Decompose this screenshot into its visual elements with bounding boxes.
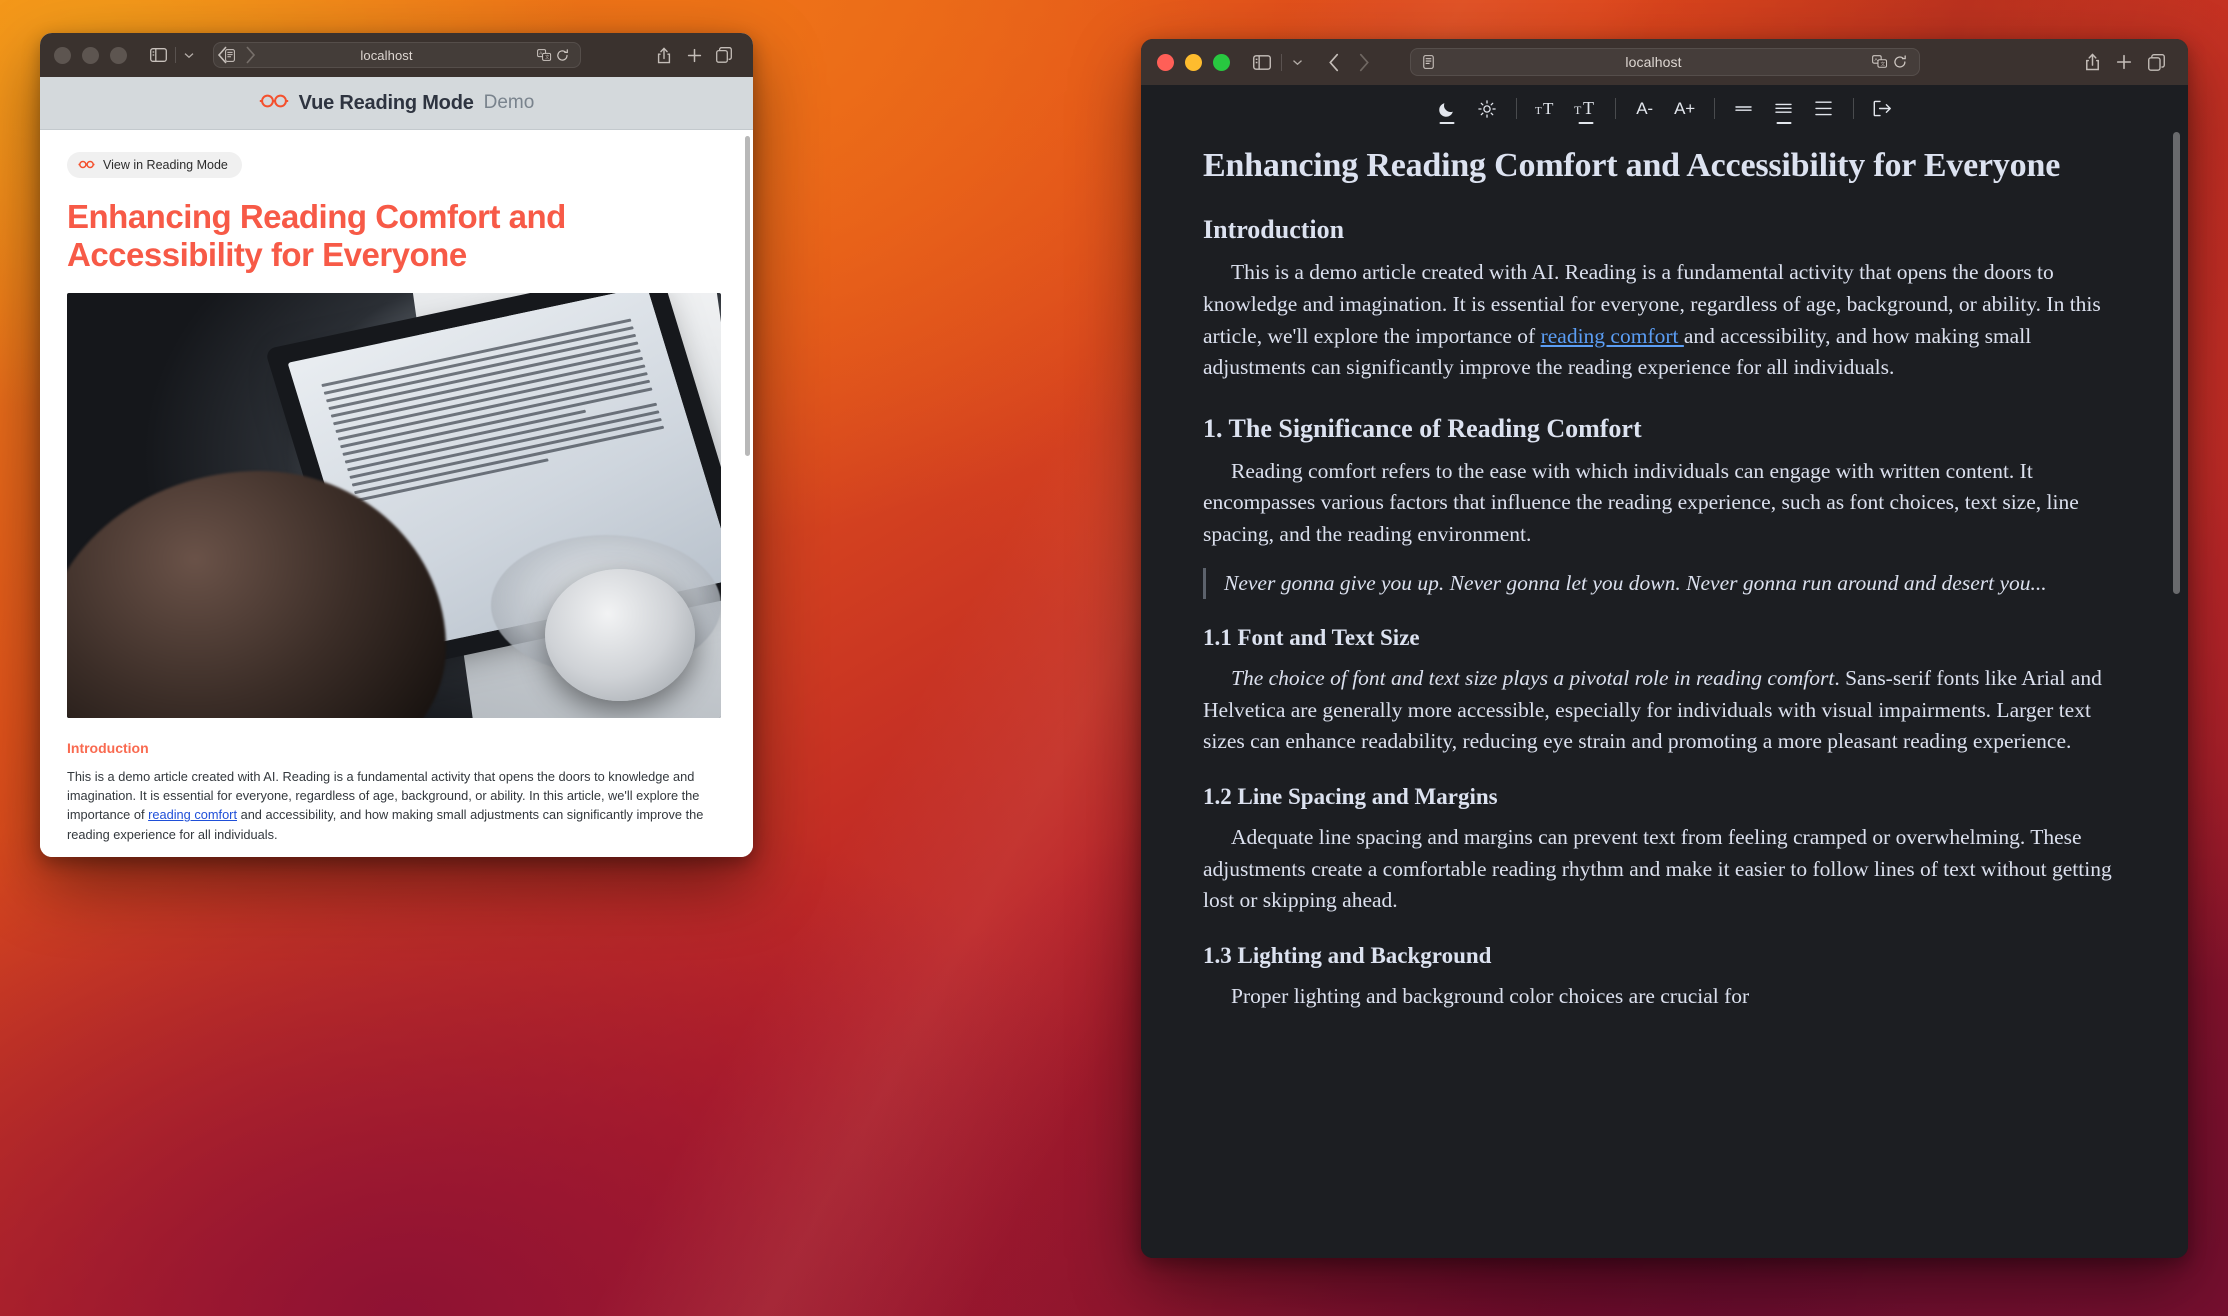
chevron-down-icon[interactable]: [1287, 49, 1307, 75]
titlebar-divider-right: [1281, 53, 1282, 71]
paragraph-emphasis: The choice of font and text size plays a…: [1231, 666, 1835, 691]
right-window-titlebar: localhost A文: [1141, 39, 2188, 85]
svg-text:A: A: [539, 50, 542, 55]
left-window-titlebar: localhost A文: [40, 33, 753, 77]
titlebar-divider-left: [175, 47, 176, 63]
plus-icon[interactable]: [2108, 49, 2140, 75]
page-title: Enhancing Reading Comfort and Accessibil…: [67, 198, 566, 274]
dark-theme-button[interactable]: [1427, 92, 1467, 126]
svg-text:T: T: [1574, 103, 1582, 117]
translate-icon[interactable]: A文: [1870, 53, 1890, 71]
view-in-reading-mode-chip[interactable]: View in Reading Mode: [67, 152, 242, 178]
line-spacing-loose-button[interactable]: [1804, 92, 1844, 126]
site-subtitle: Demo: [483, 92, 535, 113]
font-size-large-button[interactable]: TT: [1566, 92, 1606, 126]
zoom-button[interactable]: [110, 46, 127, 64]
svg-text:T: T: [1543, 99, 1554, 118]
share-icon[interactable]: [2076, 49, 2108, 75]
line-spacing-tight-button[interactable]: [1724, 92, 1764, 126]
zoom-button[interactable]: [1213, 53, 1230, 71]
safari-window-reading-mode[interactable]: localhost A文 T T T T A- A+ Enhancing Rea…: [1141, 39, 2188, 1258]
reader-heading-lighting: 1.3 Lighting and Background: [1203, 942, 1492, 968]
tab-overview-icon[interactable]: [2140, 49, 2172, 75]
reading-comfort-link[interactable]: reading comfort: [148, 807, 237, 822]
site-title: Vue Reading Mode: [298, 91, 474, 114]
chip-label: View in Reading Mode: [103, 158, 228, 172]
reader-heading-line-spacing: 1.2 Line Spacing and Margins: [1203, 783, 1498, 809]
toolbar-divider-2: [1614, 98, 1616, 119]
theme-group: [1427, 92, 1507, 126]
light-theme-button[interactable]: [1467, 92, 1507, 126]
close-button[interactable]: [54, 46, 71, 64]
minimize-button[interactable]: [1185, 53, 1202, 71]
reader-paragraph-line-spacing: Adequate line spacing and margins can pr…: [1203, 824, 2112, 913]
line-spacing-group: [1724, 92, 1844, 126]
address-bar-right[interactable]: localhost A文: [1409, 48, 1920, 76]
reader-heading-introduction: Introduction: [1203, 215, 1345, 245]
sidebar-icon[interactable]: [145, 42, 171, 68]
page-scrollbar-left[interactable]: [745, 136, 750, 456]
glasses-icon: [259, 93, 289, 114]
glasses-icon: [78, 158, 95, 172]
minimize-button[interactable]: [82, 46, 99, 64]
hero-coffee-cup: [544, 568, 695, 701]
reload-icon[interactable]: [554, 47, 572, 63]
reading-comfort-link[interactable]: reading comfort: [1541, 324, 1684, 348]
plus-icon[interactable]: [679, 42, 709, 68]
reload-icon[interactable]: [1890, 53, 1910, 71]
site-header: Vue Reading Mode Demo: [40, 77, 753, 130]
url-text-right: localhost: [1625, 54, 1682, 70]
page-body-left: View in Reading Mode Enhancing Reading C…: [40, 130, 753, 857]
svg-text:T: T: [1583, 99, 1594, 118]
increase-font-button[interactable]: A+: [1665, 92, 1705, 126]
safari-window-normal[interactable]: localhost A文 Vue Reading Mode Demo View …: [40, 33, 753, 857]
traffic-lights-right[interactable]: [1157, 53, 1230, 71]
reader-view-icon[interactable]: [1420, 53, 1438, 71]
chevron-left-icon[interactable]: [1319, 49, 1349, 75]
svg-text:文: 文: [545, 53, 550, 60]
reader-paragraph-lighting: Proper lighting and background color cho…: [1231, 983, 1750, 1008]
reader-paragraph-font-text-size: The choice of font and text size plays a…: [1203, 663, 2130, 758]
toolbar-divider-3: [1713, 98, 1715, 119]
sidebar-icon[interactable]: [1248, 49, 1276, 75]
hero-image: [67, 292, 721, 718]
traffic-lights-left[interactable]: [54, 46, 127, 64]
section-heading-introduction: Introduction: [67, 739, 149, 756]
reader-scrollbar[interactable]: [2173, 132, 2180, 594]
chevron-right-icon[interactable]: [1349, 49, 1379, 75]
reader-paragraph-introduction: This is a demo article created with AI. …: [1203, 257, 2130, 383]
toolbar-divider-4: [1852, 98, 1854, 119]
section-paragraph-introduction: This is a demo article created with AI. …: [67, 767, 725, 845]
reader-heading-font-text-size: 1.1 Font and Text Size: [1203, 625, 1420, 651]
chevron-down-icon[interactable]: [180, 42, 198, 68]
font-face-group: TT TT: [1526, 92, 1606, 126]
exit-reading-mode-button[interactable]: [1863, 92, 1903, 126]
font-size-small-button[interactable]: TT: [1526, 92, 1566, 126]
reader-heading-significance: 1. The Significance of Reading Comfort: [1203, 413, 1642, 443]
toolbar-divider-1: [1515, 98, 1517, 119]
close-button[interactable]: [1157, 53, 1174, 71]
svg-text:T: T: [1535, 105, 1542, 117]
reader-view-icon[interactable]: [222, 47, 238, 63]
reader-article-title: Enhancing Reading Comfort and Accessibil…: [1203, 147, 2061, 184]
reader-paragraph-significance: Reading comfort refers to the ease with …: [1203, 458, 2079, 546]
line-spacing-normal-button[interactable]: [1764, 92, 1804, 126]
share-icon[interactable]: [649, 42, 679, 68]
translate-icon[interactable]: A文: [536, 47, 554, 63]
decrease-font-button[interactable]: A-: [1625, 92, 1665, 126]
font-size-group: A- A+: [1625, 92, 1705, 126]
reading-mode-content: Enhancing Reading Comfort and Accessibil…: [1141, 132, 2188, 1258]
url-text-left: localhost: [360, 47, 413, 63]
reader-blockquote: Never gonna give you up. Never gonna let…: [1203, 567, 2130, 600]
svg-text:文: 文: [1880, 60, 1885, 67]
address-bar-left[interactable]: localhost A文: [212, 42, 581, 68]
reading-mode-toolbar[interactable]: TT TT A- A+: [1141, 85, 2188, 132]
tab-overview-icon[interactable]: [709, 42, 739, 68]
